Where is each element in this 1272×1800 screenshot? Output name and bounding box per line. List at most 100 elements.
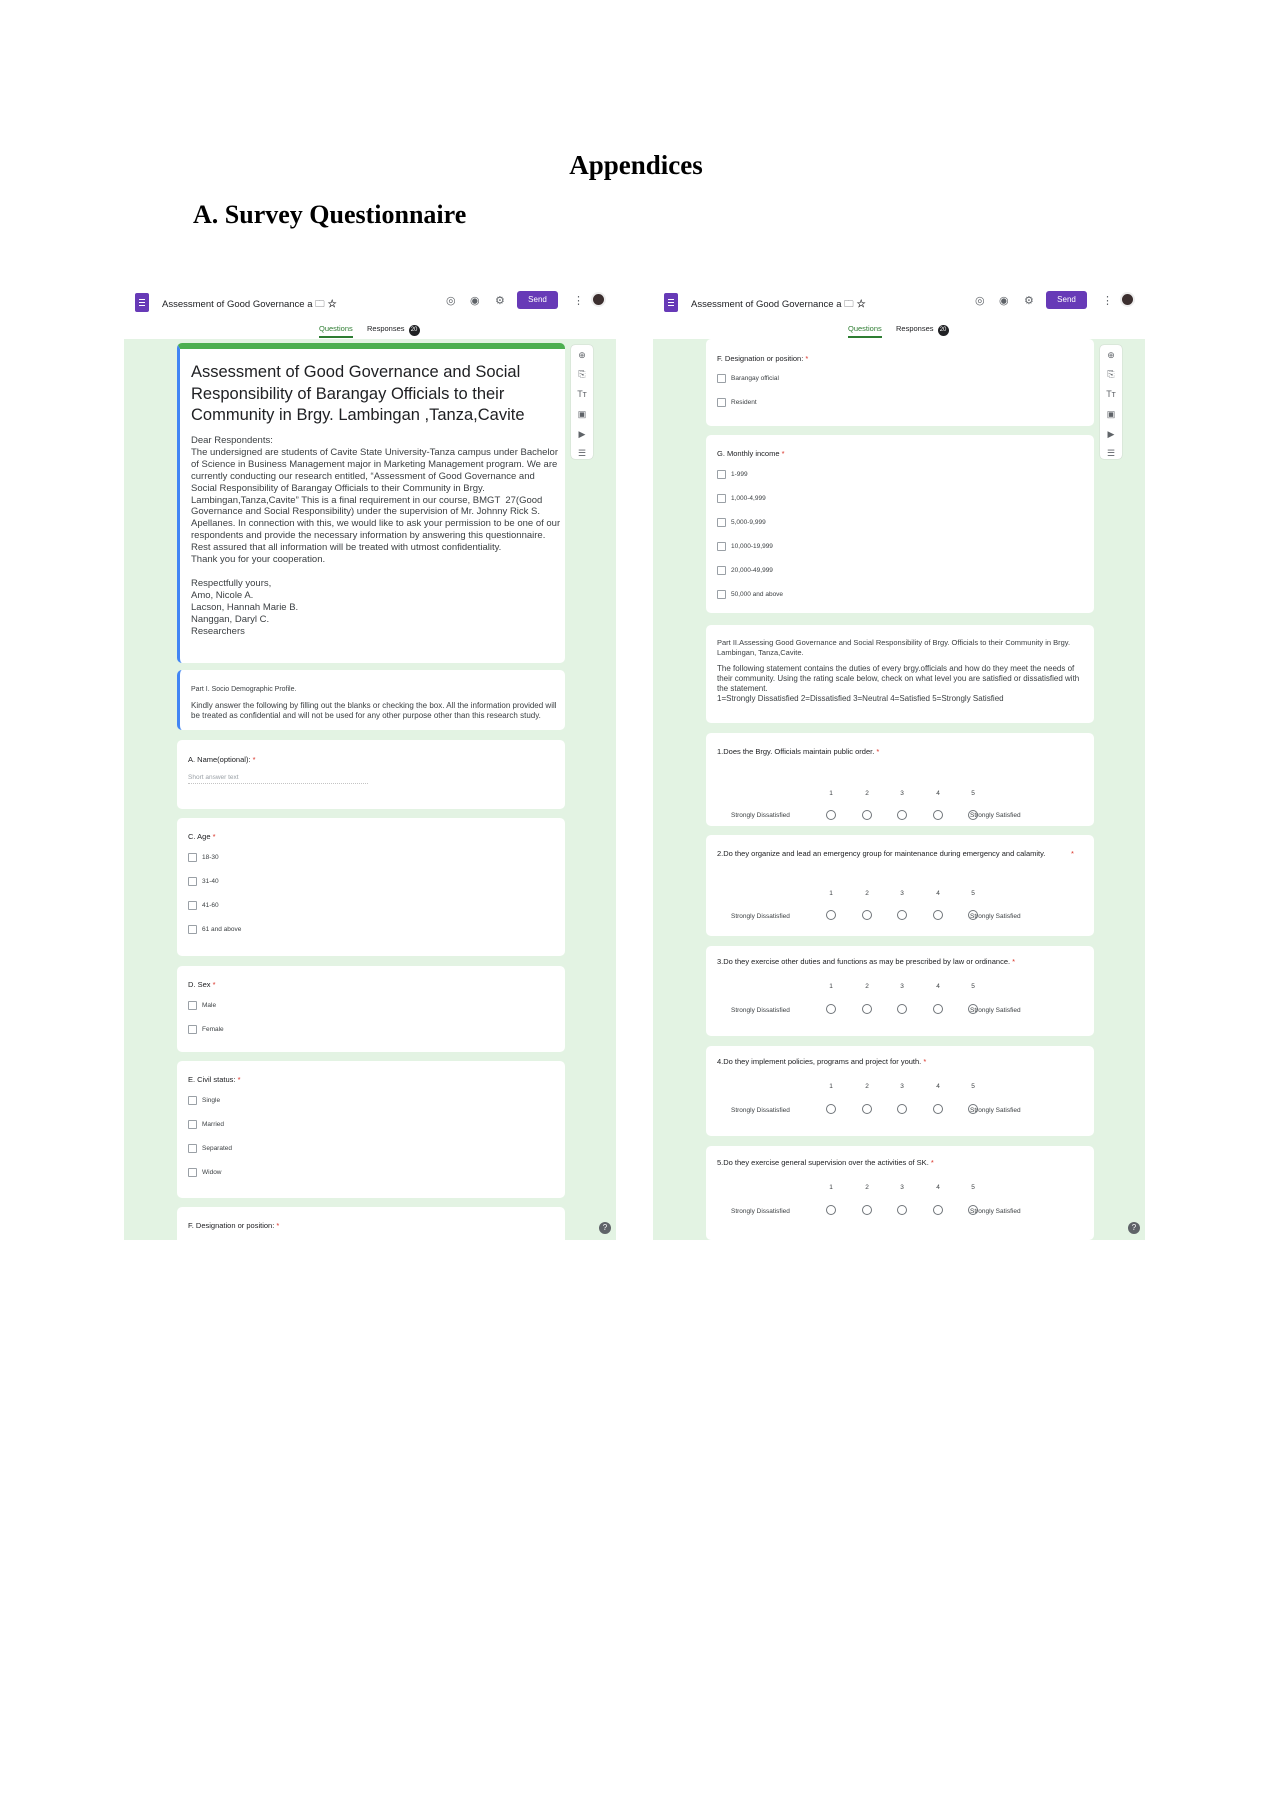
scale-question-card[interactable]: 1.Does the Brgy. Officials maintain publ… <box>706 733 1094 826</box>
scale-radio[interactable] <box>862 1205 872 1215</box>
scale-radio[interactable] <box>933 810 943 820</box>
scale-number: 1 <box>829 790 833 797</box>
more-vert-icon[interactable]: ⋮ <box>1102 294 1113 308</box>
scale-radio[interactable] <box>862 910 872 920</box>
checkbox <box>188 1001 197 1010</box>
scale-question-card[interactable]: 2.Do they organize and lead an emergency… <box>706 835 1094 936</box>
scale-number: 3 <box>900 790 904 797</box>
responses-count-badge: 20 <box>937 325 949 336</box>
scale-radio[interactable] <box>897 1104 907 1114</box>
part2-section-card[interactable]: Part II.Assessing Good Governance and So… <box>706 625 1094 723</box>
short-answer-field[interactable]: Short answer text <box>188 774 368 784</box>
preview-eye-icon[interactable]: ◉ <box>999 294 1009 308</box>
designation-question-card[interactable]: F. Designation or position: * Barangay o… <box>706 339 1094 426</box>
form-canvas: Assessment of Good Governance and Social… <box>124 339 616 1240</box>
import-questions-icon[interactable]: ⎘ <box>576 369 588 380</box>
tab-responses[interactable]: Responses 20 <box>896 324 949 336</box>
scale-radio[interactable] <box>826 810 836 820</box>
send-button[interactable]: Send <box>1046 291 1087 309</box>
scale-number: 4 <box>936 983 940 990</box>
import-questions-icon[interactable]: ⎘ <box>1105 369 1117 380</box>
tab-bar: Questions Responses 20 <box>653 323 1145 339</box>
survey-questionnaire-heading: A. Survey Questionnaire <box>193 200 467 229</box>
scale-radio[interactable] <box>933 1004 943 1014</box>
question-toolbar: ⊕ ⎘ Tт ▣ ▶ ☰ <box>1100 345 1122 459</box>
forms-logo-icon <box>135 293 149 312</box>
settings-gear-icon[interactable]: ⚙ <box>1024 294 1034 308</box>
tab-questions[interactable]: Questions <box>319 324 353 338</box>
avatar[interactable] <box>1120 292 1135 307</box>
add-image-icon[interactable]: ▣ <box>1105 409 1117 420</box>
scale-radio[interactable] <box>862 810 872 820</box>
add-section-icon[interactable]: ☰ <box>1105 448 1117 459</box>
checkbox <box>188 901 197 910</box>
add-video-icon[interactable]: ▶ <box>1105 429 1117 440</box>
palette-icon[interactable]: ◎ <box>446 294 456 308</box>
scale-radio[interactable] <box>897 810 907 820</box>
scale-number: 2 <box>865 1184 869 1191</box>
scale-radio[interactable] <box>933 910 943 920</box>
scale-radio[interactable] <box>862 1004 872 1014</box>
scale-low-label: Strongly Dissatisfied <box>731 1007 790 1014</box>
scale-number: 1 <box>829 890 833 897</box>
scale-radio[interactable] <box>826 1004 836 1014</box>
monthly-income-question-card[interactable]: G. Monthly income * 1-999 1,000-4,999 5,… <box>706 435 1094 613</box>
checkbox <box>188 853 197 862</box>
scale-radio[interactable] <box>826 910 836 920</box>
checkbox <box>717 470 726 479</box>
question-label: C. Age * <box>188 832 216 841</box>
scale-radio[interactable] <box>826 1205 836 1215</box>
name-question-card[interactable]: A. Name(optional): * Short answer text <box>177 740 565 809</box>
age-question-card[interactable]: C. Age * 18-30 31-40 41-60 61 and above <box>177 818 565 956</box>
send-button[interactable]: Send <box>517 291 558 309</box>
add-question-icon[interactable]: ⊕ <box>576 350 588 361</box>
add-image-icon[interactable]: ▣ <box>576 409 588 420</box>
part2-description: The following statement contains the dut… <box>717 664 1080 703</box>
civil-status-question-card[interactable]: E. Civil status: * Single Married Separa… <box>177 1061 565 1198</box>
form-description: Dear Respondents: The undersigned are st… <box>191 435 561 637</box>
scale-radio[interactable] <box>897 1004 907 1014</box>
scale-high-label: Strongly Satisfied <box>970 1107 1021 1114</box>
scale-radio[interactable] <box>897 1205 907 1215</box>
designation-question-card[interactable]: F. Designation or position: * <box>177 1207 565 1240</box>
scale-radio[interactable] <box>826 1104 836 1114</box>
help-icon[interactable]: ? <box>1128 1222 1140 1234</box>
scale-number: 1 <box>829 1184 833 1191</box>
sex-question-card[interactable]: D. Sex * Male Female <box>177 966 565 1052</box>
scale-radio[interactable] <box>897 910 907 920</box>
form-name[interactable]: Assessment of Good Governance a 🗀 ☆ <box>162 297 337 313</box>
more-vert-icon[interactable]: ⋮ <box>573 294 584 308</box>
question-label: D. Sex * <box>188 980 216 989</box>
checkbox <box>717 398 726 407</box>
part1-section-card[interactable]: Part I. Socio Demographic Profile. Kindl… <box>177 670 565 730</box>
scale-question-card[interactable]: 4.Do they implement policies, programs a… <box>706 1046 1094 1136</box>
add-title-icon[interactable]: Tт <box>1105 389 1117 399</box>
add-title-icon[interactable]: Tт <box>576 389 588 399</box>
scale-low-label: Strongly Dissatisfied <box>731 812 790 819</box>
tab-responses[interactable]: Responses 20 <box>367 324 420 336</box>
add-section-icon[interactable]: ☰ <box>576 448 588 459</box>
scale-number: 3 <box>900 890 904 897</box>
tab-questions[interactable]: Questions <box>848 324 882 338</box>
form-title-card[interactable]: Assessment of Good Governance and Social… <box>177 343 565 663</box>
question-label: 1.Does the Brgy. Officials maintain publ… <box>717 747 880 756</box>
form-name[interactable]: Assessment of Good Governance a 🗀 ☆ <box>691 297 866 313</box>
scale-number: 5 <box>971 890 975 897</box>
add-video-icon[interactable]: ▶ <box>576 429 588 440</box>
scale-radio[interactable] <box>933 1104 943 1114</box>
scale-number: 3 <box>900 983 904 990</box>
help-icon[interactable]: ? <box>599 1222 611 1234</box>
scale-question-card[interactable]: 3.Do they exercise other duties and func… <box>706 946 1094 1036</box>
settings-gear-icon[interactable]: ⚙ <box>495 294 505 308</box>
add-question-icon[interactable]: ⊕ <box>1105 350 1117 361</box>
scale-number: 4 <box>936 890 940 897</box>
scale-low-label: Strongly Dissatisfied <box>731 913 790 920</box>
avatar[interactable] <box>591 292 606 307</box>
preview-eye-icon[interactable]: ◉ <box>470 294 480 308</box>
scale-radio[interactable] <box>862 1104 872 1114</box>
scale-low-label: Strongly Dissatisfied <box>731 1107 790 1114</box>
palette-icon[interactable]: ◎ <box>975 294 985 308</box>
scale-question-card[interactable]: 5.Do they exercise general supervision o… <box>706 1146 1094 1240</box>
scale-radio[interactable] <box>933 1205 943 1215</box>
scale-number: 3 <box>900 1184 904 1191</box>
